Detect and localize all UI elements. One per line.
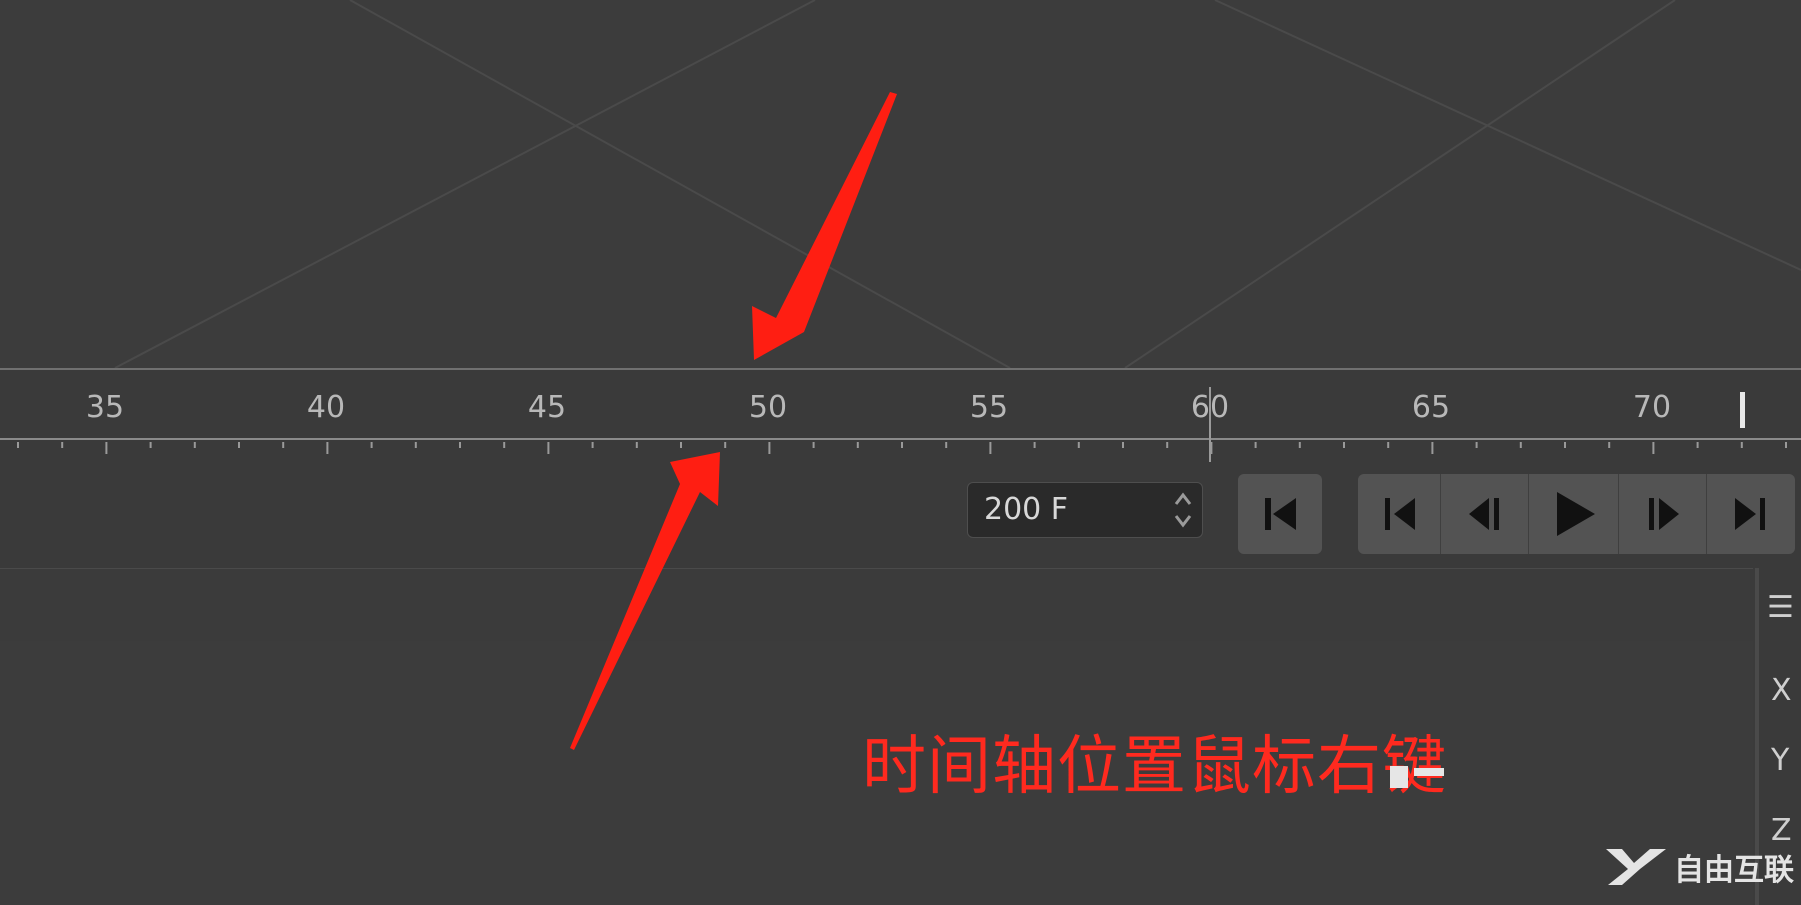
previous-frame-icon	[1468, 498, 1499, 530]
axis-label-y: Y	[1771, 743, 1790, 778]
watermark-text: 自由互联	[1674, 853, 1794, 888]
transport-button-group	[1358, 474, 1795, 554]
hamburger-icon[interactable]: ☰	[1767, 590, 1794, 625]
previous-key-icon	[1385, 498, 1415, 530]
playback-controls: 200 F	[0, 462, 1801, 568]
tick-label: 50	[748, 390, 788, 425]
tick-label: 65	[1411, 390, 1451, 425]
go-to-start-button[interactable]	[1238, 474, 1322, 554]
watermark: 自由互联	[1604, 845, 1794, 889]
previous-frame-button[interactable]	[1441, 474, 1529, 554]
go-to-end-button[interactable]	[1707, 474, 1795, 554]
tick-label: 55	[969, 390, 1009, 425]
viewport-canvas[interactable]	[0, 0, 1801, 368]
tick-label: 40	[306, 390, 346, 425]
next-frame-icon	[1648, 498, 1679, 530]
next-frame-button[interactable]	[1619, 474, 1707, 554]
current-frame-indicator[interactable]	[1209, 387, 1211, 471]
axis-label-x: X	[1771, 673, 1792, 708]
panel-header-row	[0, 568, 1753, 642]
frame-count-field[interactable]: 200 F	[967, 482, 1203, 538]
annotation-text: 时间轴位置鼠标右键	[862, 730, 1447, 804]
tick-label: 35	[85, 390, 125, 425]
overlap-glyph-fragment	[1390, 766, 1444, 788]
play-icon	[1556, 492, 1595, 536]
timeline-ruler[interactable]: 35 40 45 50 55 60 65 70	[0, 368, 1801, 471]
tick-label: 45	[527, 390, 567, 425]
frame-count-value: 200 F	[984, 492, 1069, 527]
previous-key-button[interactable]	[1358, 474, 1441, 554]
timeline-end-marker[interactable]	[1740, 392, 1745, 428]
stepper-arrows-icon[interactable]	[1172, 489, 1194, 531]
watermark-logo-icon	[1606, 849, 1666, 885]
go-to-start-icon	[1265, 498, 1296, 530]
tick-label: 70	[1632, 390, 1672, 425]
go-to-end-icon	[1735, 498, 1765, 530]
viewport-grid	[114, 0, 1801, 368]
ruler-ticks	[17, 442, 1787, 454]
play-button[interactable]	[1529, 474, 1619, 554]
axis-label-z: Z	[1771, 813, 1792, 848]
